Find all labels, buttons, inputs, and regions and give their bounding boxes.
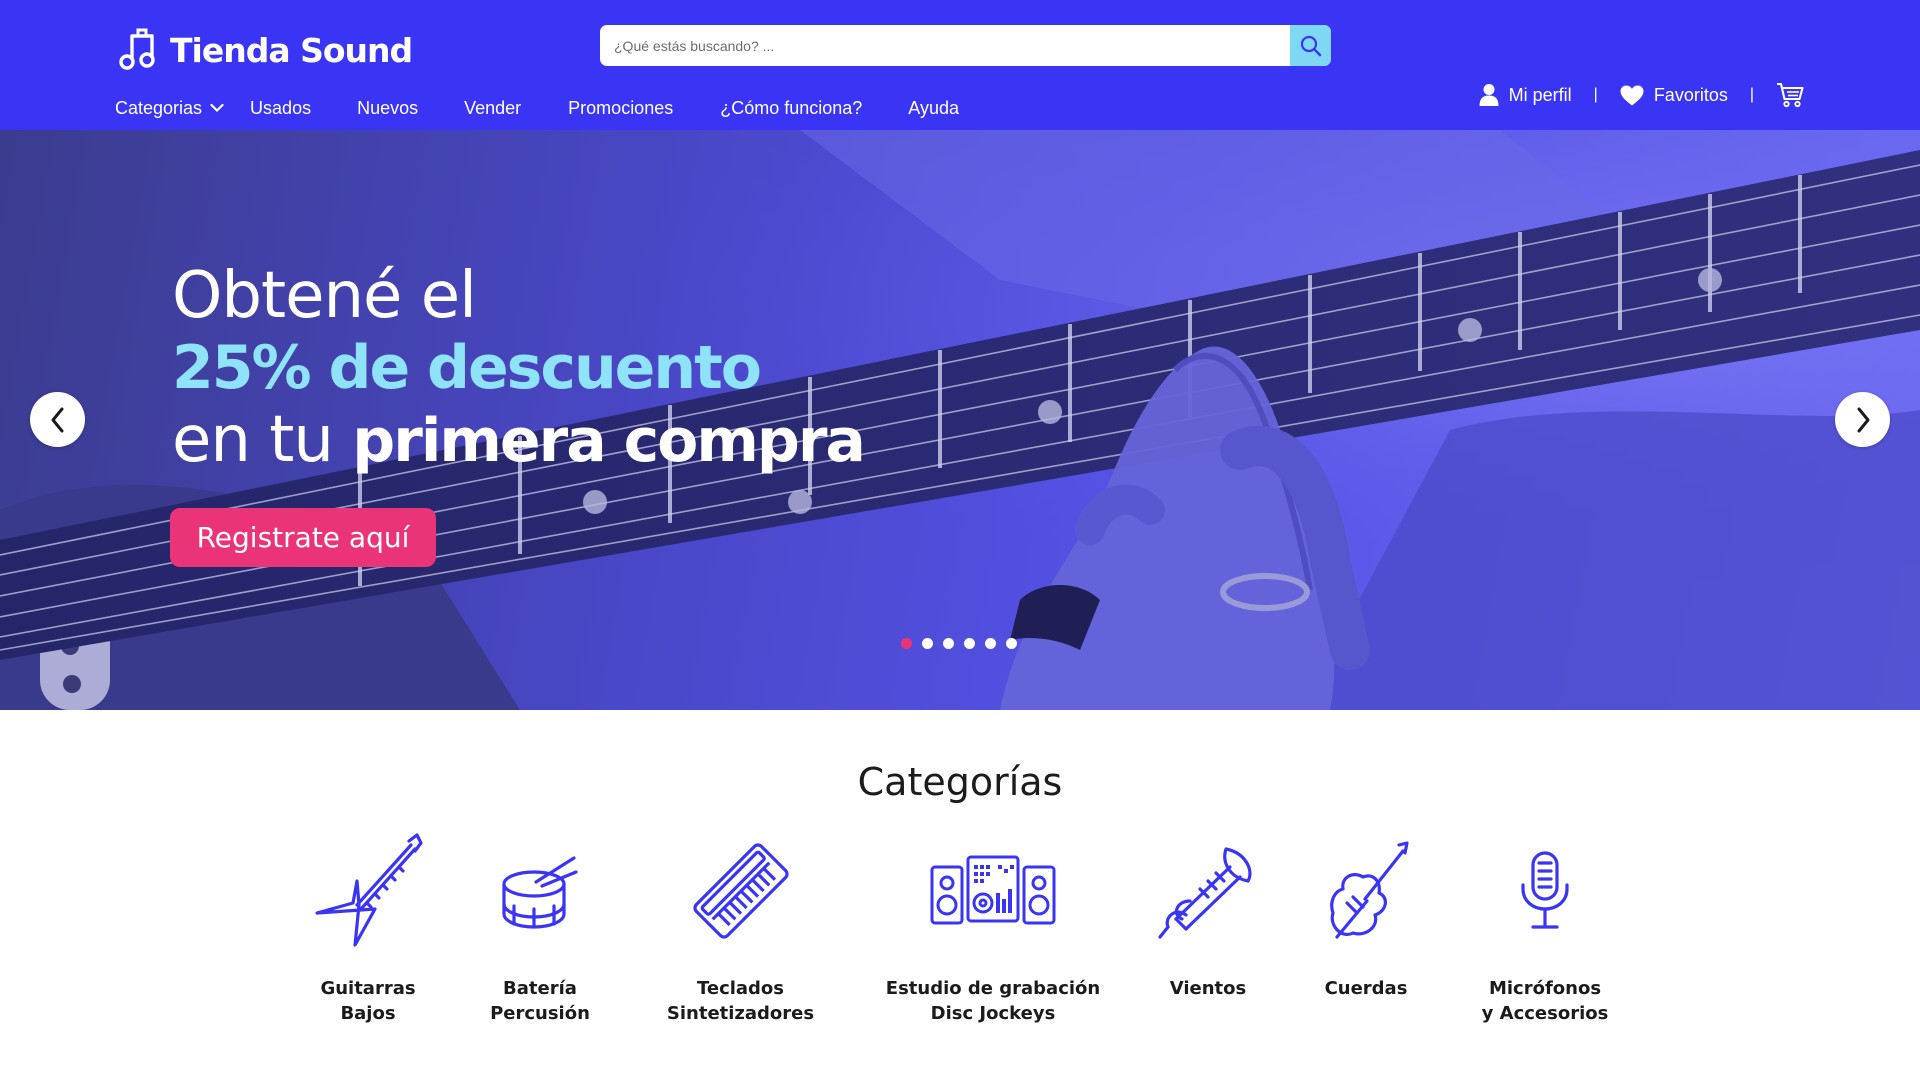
category-teclados-sintetizadores[interactable]: Teclados Sintetizadores bbox=[667, 836, 814, 1026]
nav-item-como-funciona[interactable]: ¿Cómo funciona? bbox=[720, 98, 862, 119]
category-cuerdas[interactable]: Cuerdas bbox=[1306, 836, 1426, 1001]
chevron-down-icon bbox=[210, 103, 224, 113]
category-label-line-2: Sintetizadores bbox=[666, 1003, 815, 1024]
category-label: Cuerdas bbox=[1325, 976, 1408, 1001]
separator: | bbox=[1593, 86, 1598, 103]
carousel-next-button[interactable] bbox=[1835, 392, 1890, 447]
carousel-dot[interactable] bbox=[943, 638, 954, 649]
trumpet-icon bbox=[1158, 847, 1252, 939]
promo-discount: 25% de descuento bbox=[172, 333, 762, 403]
category-label-line-1: Cuerdas bbox=[1324, 978, 1408, 999]
search-icon bbox=[1300, 35, 1321, 56]
carousel-prev-button[interactable] bbox=[30, 392, 85, 447]
category-bateria-percusion[interactable]: Batería Percusión bbox=[480, 836, 600, 1026]
carousel-dots bbox=[901, 638, 1017, 649]
heart-icon bbox=[1620, 85, 1644, 105]
search-button[interactable] bbox=[1290, 25, 1331, 66]
category-label-line-1: Vientos bbox=[1169, 978, 1247, 999]
category-label-line-2: Disc Jockeys bbox=[930, 1003, 1056, 1024]
category-label: Batería Percusión bbox=[490, 976, 590, 1026]
promo-line-3-regular: en tu bbox=[172, 403, 353, 477]
electric-guitar-icon bbox=[315, 833, 423, 947]
category-label-line-2: y Accesorios bbox=[1481, 1003, 1609, 1024]
user-menu: Mi perfil | Favoritos | bbox=[1479, 82, 1804, 108]
category-label: Vientos bbox=[1170, 976, 1247, 1001]
carousel-dot[interactable] bbox=[922, 638, 933, 649]
category-microfonos-accesorios[interactable]: Micrófonos y Accesorios bbox=[1475, 836, 1615, 1026]
studio-speakers-icon bbox=[930, 855, 1056, 925]
search-bar bbox=[600, 25, 1331, 66]
microphone-icon bbox=[1521, 851, 1569, 929]
search-input[interactable] bbox=[614, 25, 1254, 66]
main-nav: Categorias Usados Nuevos Vender Promocio… bbox=[115, 96, 959, 120]
favorites-label: Favoritos bbox=[1653, 84, 1728, 105]
music-note-icon bbox=[119, 28, 155, 70]
nav-item-label: Categorias bbox=[115, 97, 203, 118]
category-guitarras-bajos[interactable]: Guitarras Bajos bbox=[308, 833, 428, 1026]
brand-name: Tienda Sound bbox=[170, 30, 413, 70]
promo-line-3: en tu primera compra bbox=[172, 403, 866, 477]
promo-line-1: Obtené el bbox=[172, 259, 477, 333]
keyboard-synth-icon bbox=[692, 843, 789, 939]
category-label-line-1: Estudio de grabación bbox=[885, 978, 1101, 999]
profile-label: Mi perfil bbox=[1508, 84, 1572, 105]
chevron-left-icon bbox=[51, 407, 63, 432]
nav-item-promociones[interactable]: Promociones bbox=[568, 98, 673, 119]
category-label-line-1: Guitarras bbox=[320, 978, 416, 999]
category-estudio-disc-jockeys[interactable]: Estudio de grabación Disc Jockeys bbox=[886, 836, 1100, 1026]
chevron-right-icon bbox=[1857, 407, 1869, 432]
nav-item-categorias[interactable]: Categorias bbox=[115, 98, 224, 119]
category-label-line-1: Batería bbox=[503, 978, 577, 999]
nav-item-usados[interactable]: Usados bbox=[250, 98, 311, 119]
user-icon bbox=[1479, 84, 1499, 106]
cart-button[interactable] bbox=[1776, 82, 1804, 108]
nav-item-vender[interactable]: Vender bbox=[464, 98, 521, 119]
register-cta-button[interactable]: Registrate aquí bbox=[170, 508, 436, 567]
category-label-line-1: Micrófonos bbox=[1488, 978, 1602, 999]
carousel-dot[interactable] bbox=[1006, 638, 1017, 649]
promo-line-3-bold: primera compra bbox=[352, 406, 866, 476]
carousel-dot[interactable] bbox=[964, 638, 975, 649]
brand-logo[interactable]: Tienda Sound bbox=[116, 26, 413, 74]
violin-icon bbox=[1330, 841, 1409, 939]
favorites-link[interactable]: Favoritos bbox=[1620, 85, 1728, 106]
category-label: Estudio de grabación Disc Jockeys bbox=[886, 976, 1100, 1026]
drum-icon bbox=[502, 856, 578, 929]
hero-banner: Obtené el 25% de descuento en tu primera… bbox=[0, 130, 1920, 710]
category-label: Micrófonos y Accesorios bbox=[1482, 976, 1609, 1026]
nav-item-ayuda[interactable]: Ayuda bbox=[908, 98, 959, 119]
category-label-line-1: Teclados bbox=[696, 978, 785, 999]
profile-link[interactable]: Mi perfil bbox=[1479, 83, 1572, 107]
category-label: Guitarras Bajos bbox=[320, 976, 415, 1026]
carousel-dot[interactable] bbox=[985, 638, 996, 649]
category-label-line-2: Bajos bbox=[340, 1003, 396, 1024]
carousel-dot[interactable] bbox=[901, 638, 912, 649]
separator: | bbox=[1749, 86, 1754, 103]
category-label-line-2: Percusión bbox=[490, 1003, 590, 1024]
categories-title: Categorías bbox=[857, 760, 1063, 804]
category-vientos[interactable]: Vientos bbox=[1148, 836, 1268, 1001]
shopping-cart-icon bbox=[1777, 82, 1804, 108]
nav-item-nuevos[interactable]: Nuevos bbox=[357, 98, 418, 119]
category-label: Teclados Sintetizadores bbox=[667, 976, 814, 1026]
promo-headline: Obtené el 25% de descuento en tu primera… bbox=[172, 259, 866, 477]
site-header: Tienda Sound Categorias Usados Nuevos Ve… bbox=[0, 0, 1920, 130]
